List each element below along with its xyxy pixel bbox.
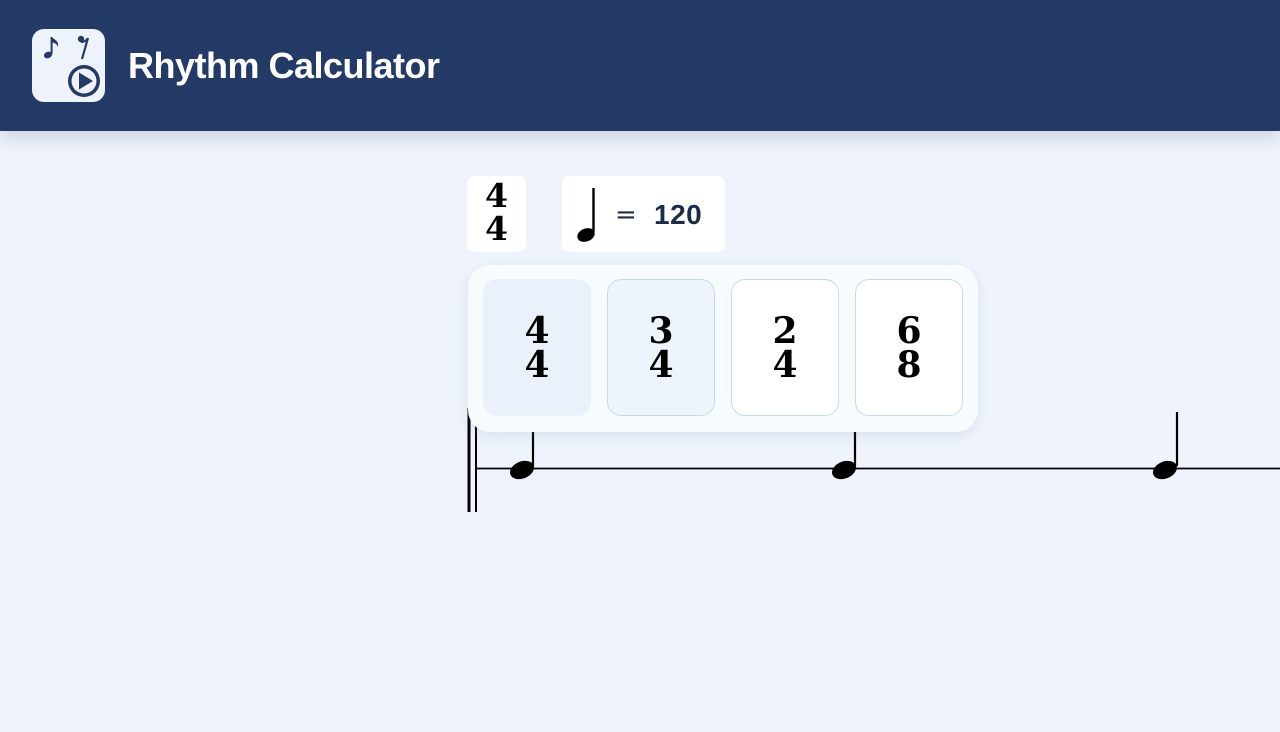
option-bottom: 4 bbox=[772, 344, 798, 386]
time-signature-option-6-8[interactable]: 6 8 bbox=[855, 279, 963, 416]
note-3 bbox=[1152, 412, 1179, 480]
time-signature-option-3-4[interactable]: 3 4 bbox=[607, 279, 715, 416]
option-bottom: 4 bbox=[648, 344, 674, 386]
option-bottom: 8 bbox=[896, 344, 922, 386]
option-bottom: 4 bbox=[524, 344, 550, 386]
time-signature-option-4-4[interactable]: 4 4 bbox=[483, 279, 591, 416]
time-signature-option-2-4[interactable]: 2 4 bbox=[731, 279, 839, 416]
